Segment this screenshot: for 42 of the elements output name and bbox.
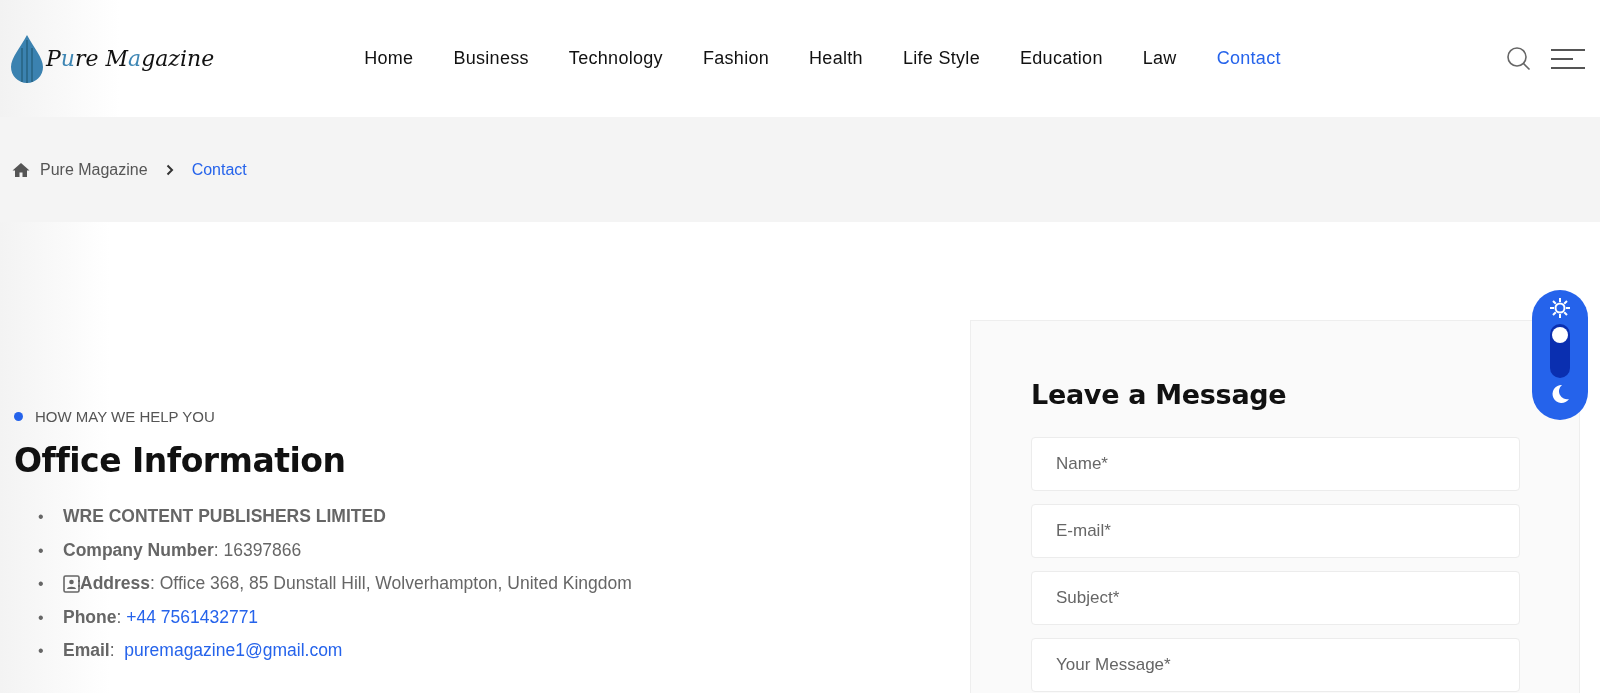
input-field[interactable]: E-mail* bbox=[1031, 504, 1520, 558]
breadcrumb-link[interactable]: Contact bbox=[191, 160, 247, 179]
nav-link[interactable]: Health bbox=[809, 48, 863, 69]
logo-icon bbox=[10, 33, 44, 84]
info-link[interactable]: +44 7561432771 bbox=[126, 606, 259, 627]
toggle-thumb[interactable] bbox=[1552, 327, 1568, 343]
section-title: Office Information bbox=[14, 441, 347, 480]
theme-toggle[interactable] bbox=[1532, 290, 1588, 420]
bullet-dot bbox=[14, 412, 23, 421]
breadcrumb-link[interactable]: Pure Magazine bbox=[40, 160, 148, 179]
input-field[interactable]: Name* bbox=[1031, 437, 1520, 491]
info-text: Company Number: 16397866 bbox=[63, 538, 302, 562]
info-link[interactable]: puremagazine1@gmail.com bbox=[124, 640, 343, 660]
nav-link[interactable]: Technology bbox=[568, 48, 663, 69]
nav-link[interactable]: Law bbox=[1142, 48, 1177, 69]
bullet-mark: • bbox=[38, 540, 45, 561]
nav-link[interactable]: Fashion bbox=[702, 48, 770, 69]
nav-link[interactable]: Contact bbox=[1216, 48, 1281, 69]
nav-link[interactable]: Life Style bbox=[902, 48, 980, 69]
section-eyebrow: HOW MAY WE HELP YOU bbox=[35, 408, 215, 425]
input-field[interactable]: Your Message* bbox=[1031, 638, 1520, 692]
bullet-mark: • bbox=[38, 507, 45, 527]
bullet-mark: • bbox=[38, 574, 45, 594]
menu-icon[interactable] bbox=[1550, 47, 1586, 70]
nav-link[interactable]: Business bbox=[453, 48, 529, 69]
nav-link[interactable]: Home bbox=[364, 48, 414, 69]
info-text: Email: puremagazine1@gmail.com bbox=[63, 639, 343, 662]
contact-card-icon bbox=[63, 574, 80, 593]
bullet-mark: • bbox=[38, 641, 45, 661]
form-title: Leave a Message bbox=[1031, 379, 1288, 410]
logo-text[interactable]: Pure Magazine bbox=[46, 46, 215, 71]
home-icon[interactable] bbox=[12, 161, 30, 178]
bullet-mark: • bbox=[38, 607, 45, 628]
info-text: WRE CONTENT PUBLISHERS LIMITED bbox=[63, 505, 386, 528]
input-field[interactable]: Subject* bbox=[1031, 571, 1520, 625]
nav-link[interactable]: Education bbox=[1019, 48, 1103, 69]
sun-icon bbox=[1550, 298, 1570, 318]
moon-icon bbox=[1550, 384, 1570, 404]
search-icon[interactable] bbox=[1506, 45, 1532, 72]
chevron-icon bbox=[165, 163, 174, 176]
info-text: Phone: +44 7561432771 bbox=[63, 605, 259, 629]
info-text: Address: Office 368, 85 Dunstall Hill, Wolverhampton, United Kingdom bbox=[80, 572, 632, 595]
